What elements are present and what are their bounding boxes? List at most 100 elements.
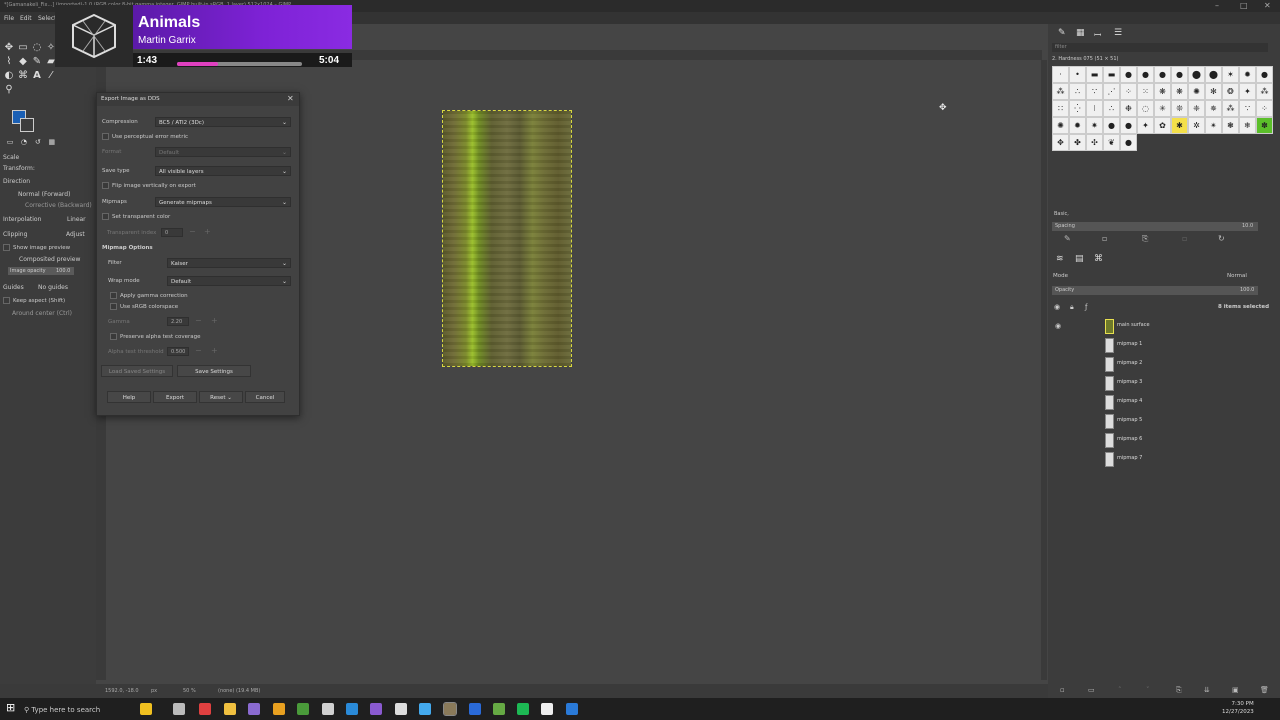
brush-preset-icon[interactable]: ● (1137, 66, 1154, 83)
brush-preset-icon[interactable]: ✳ (1154, 100, 1171, 117)
brush-preset-icon[interactable]: ⁂ (1052, 83, 1069, 100)
lock-icon[interactable]: 🔒︎ (1070, 303, 1074, 312)
interpolation-select[interactable]: Linear (67, 216, 86, 223)
plus-icon[interactable]: + (211, 346, 218, 355)
obs-icon[interactable] (248, 703, 260, 715)
close-icon[interactable]: ✕ (1264, 1, 1271, 10)
flip-vertical-checkbox[interactable]: Flip image vertically on export (102, 182, 196, 189)
preserve-alpha-checkbox[interactable]: Preserve alpha test coverage (110, 333, 200, 340)
composited-preview-checkbox[interactable]: Composited preview (19, 256, 80, 263)
save-type-select[interactable]: All visible layers ⌄ (155, 166, 291, 176)
new-layer-icon[interactable]: ▫ (1060, 686, 1065, 694)
steam-tool-icon[interactable] (297, 703, 309, 715)
load-settings-button[interactable]: Load Saved Settings (101, 365, 173, 377)
app-icon[interactable] (493, 703, 505, 715)
brush-preset-icon[interactable]: · (1052, 66, 1069, 83)
opacity-slider[interactable]: Opacity 100.0 (1052, 286, 1258, 295)
brush-preset-icon[interactable]: ⁂ (1222, 100, 1239, 117)
minus-icon[interactable]: − (189, 227, 196, 236)
gimp-icon[interactable] (443, 702, 457, 716)
brush-preset-icon[interactable]: ✱ (1171, 117, 1188, 134)
wrap-mode-select[interactable]: Default ⌄ (167, 276, 291, 286)
plus-icon[interactable]: + (211, 316, 218, 325)
brush-preset-icon[interactable]: ⬤ (1188, 66, 1205, 83)
undo-history-tab-icon[interactable]: ↺ (32, 138, 44, 146)
brush-preset-icon[interactable]: ∵ (1086, 83, 1103, 100)
brush-preset-icon[interactable]: ▬ (1086, 66, 1103, 83)
file-explorer-icon[interactable] (224, 703, 236, 715)
gamma-correction-checkbox[interactable]: Apply gamma correction (110, 292, 188, 299)
new-group-icon[interactable]: ▭ (1088, 686, 1095, 694)
menu-edit[interactable]: Edit (20, 15, 32, 22)
brush-preset-icon[interactable]: ✦ (1137, 117, 1154, 134)
alpha-threshold-input[interactable]: 0.500 (167, 347, 189, 356)
lower-layer-icon[interactable]: ˅ (1146, 686, 1150, 694)
dialog-close-icon[interactable]: ✕ (287, 94, 294, 103)
layer-row[interactable]: mipmap 4 (1105, 393, 1275, 411)
layer-row[interactable]: mipmap 1 (1105, 336, 1275, 354)
eye-icon[interactable]: ◉ (1055, 322, 1061, 330)
task-view-icon[interactable] (173, 703, 185, 715)
menu-select[interactable]: Select (38, 15, 57, 22)
photoshop-icon[interactable] (469, 703, 481, 715)
channels-tab-icon[interactable]: ▤ (1075, 254, 1084, 264)
edit-brush-icon[interactable]: ✎ (1064, 234, 1071, 243)
minimize-icon[interactable]: – (1215, 1, 1219, 10)
compression-select[interactable]: BC5 / ATI2 (3Dc) ⌄ (155, 117, 291, 127)
warp-icon[interactable]: ⌇ (2, 54, 16, 68)
brush-preset-icon[interactable]: ▬ (1103, 66, 1120, 83)
brush-preset-icon[interactable]: ❄ (1239, 117, 1256, 134)
app-icon[interactable] (566, 703, 578, 715)
layer-row[interactable]: main surface (1105, 317, 1275, 335)
brush-preset-icon[interactable]: ❂ (1222, 83, 1239, 100)
transparent-color-checkbox[interactable]: Set transparent color (102, 213, 170, 220)
unit-select[interactable]: px (151, 688, 157, 694)
direction-normal-radio[interactable]: Normal (Forward) (18, 191, 70, 198)
brush-preset-icon[interactable]: ● (1103, 117, 1120, 134)
vscode-icon[interactable] (346, 703, 358, 715)
color-picker-icon[interactable]: ⁄ (44, 68, 58, 82)
brush-preset-icon[interactable]: ✲ (1188, 117, 1205, 134)
brush-preset-icon[interactable]: ✥ (1052, 134, 1069, 151)
brush-preset-icon[interactable]: ⁛ (1069, 100, 1086, 117)
brush-preset-icon[interactable]: ✶ (1222, 66, 1239, 83)
visibility-lock-icon[interactable]: ◉ (1054, 303, 1060, 311)
brush-preset-icon[interactable]: ✹ (1239, 66, 1256, 83)
spotify-icon[interactable] (517, 703, 529, 715)
zoom-select[interactable]: 50 % (183, 688, 196, 694)
clipping-select[interactable]: Adjust (66, 231, 85, 238)
move-tool-icon[interactable]: ✥ (2, 40, 16, 54)
brush-preset-icon[interactable]: ✤ (1069, 134, 1086, 151)
brush-preset-icon[interactable]: • (1069, 66, 1086, 83)
brush-preset-icon[interactable]: ✿ (1154, 117, 1171, 134)
layer-row[interactable]: mipmap 5 (1105, 412, 1275, 430)
help-button[interactable]: Help (107, 391, 151, 403)
brush-preset-icon[interactable]: ∷ (1052, 100, 1069, 117)
brush-preset-icon[interactable]: ✺ (1052, 117, 1069, 134)
brush-preset-icon[interactable]: ✣ (1086, 134, 1103, 151)
brush-preset-icon[interactable]: ✵ (1205, 100, 1222, 117)
brush-preset-icon[interactable]: ⁘ (1256, 100, 1273, 117)
brush-filter-input[interactable]: filter (1052, 43, 1268, 52)
format-select[interactable]: Default ⌄ (155, 147, 291, 157)
brush-preset-icon[interactable]: ✺ (1188, 83, 1205, 100)
brush-preset-icon[interactable]: ❦ (1103, 134, 1120, 151)
files-icon[interactable] (322, 703, 334, 715)
brush-preset-icon[interactable]: ● (1120, 134, 1137, 151)
brush-preset-icon[interactable]: ✴ (1205, 117, 1222, 134)
lasso-icon[interactable]: ◌ (30, 40, 44, 54)
menu-file[interactable]: File (4, 15, 14, 22)
text-tool-icon[interactable]: A (30, 68, 44, 82)
layer-row[interactable]: mipmap 7 (1105, 450, 1275, 468)
background-color-swatch[interactable] (20, 118, 34, 132)
export-button[interactable]: Export (153, 391, 197, 403)
brush-preset-icon[interactable]: ⋰ (1103, 83, 1120, 100)
brush-preset-icon[interactable]: ● (1154, 66, 1171, 83)
guides-select[interactable]: No guides (38, 284, 68, 291)
rect-select-icon[interactable]: ▭ (16, 40, 30, 54)
app-icon[interactable] (419, 703, 431, 715)
brush-preset-icon[interactable]: ⬤ (1205, 66, 1222, 83)
layer-row[interactable]: mipmap 6 (1105, 431, 1275, 449)
brush-tab-icon[interactable]: ✎ (1058, 28, 1066, 38)
minus-icon[interactable]: − (195, 346, 202, 355)
